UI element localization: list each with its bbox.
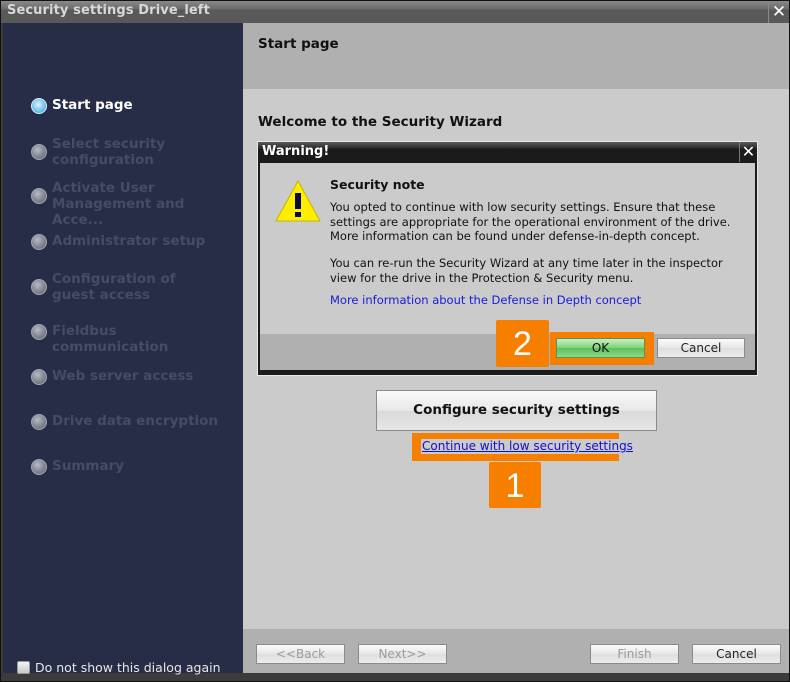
security-note-rerun-text: You can re-run the Security Wizard at an… bbox=[330, 256, 723, 285]
step-status-icon bbox=[31, 144, 47, 160]
continue-low-security-link[interactable]: Continue with low security settings bbox=[421, 439, 634, 454]
dialog-title: Warning! bbox=[262, 144, 330, 159]
checkbox-box[interactable] bbox=[17, 661, 30, 674]
step-label: Select security configuration bbox=[52, 136, 166, 168]
step-select-security-configuration[interactable]: Select security configuration bbox=[31, 136, 222, 168]
step-status-icon bbox=[31, 459, 47, 475]
step-label: Start page bbox=[52, 97, 133, 113]
dialog-ok-button[interactable]: OK bbox=[556, 338, 645, 358]
defense-in-depth-link[interactable]: More information about the Defense in De… bbox=[330, 293, 641, 307]
step-status-icon bbox=[31, 279, 47, 295]
page-title: Start page bbox=[258, 36, 339, 52]
page-header: Start page bbox=[243, 23, 789, 89]
step-badge-1: 1 bbox=[489, 462, 541, 508]
step-label: Drive data encryption bbox=[52, 413, 219, 429]
step-status-icon bbox=[31, 188, 47, 204]
next-button[interactable]: Next>> bbox=[358, 644, 447, 664]
step-label: Web server access bbox=[52, 368, 194, 384]
step-label: Summary bbox=[52, 458, 125, 474]
step-label: Fieldbus communication bbox=[52, 323, 169, 355]
step-activate-user-management[interactable]: Activate User Management and Acce... bbox=[31, 180, 222, 228]
step-label: Administrator setup bbox=[52, 233, 206, 249]
step-fieldbus-communication[interactable]: Fieldbus communication bbox=[31, 323, 222, 355]
step-start-page[interactable]: Start page bbox=[31, 97, 222, 114]
step-status-icon bbox=[31, 414, 47, 430]
step-status-icon bbox=[31, 324, 47, 340]
wizard-footer: <<Back Next>> Finish Cancel bbox=[243, 629, 789, 673]
configure-security-settings-button[interactable]: Configure security settings bbox=[376, 390, 657, 431]
dialog-close-button[interactable]: ✕ bbox=[739, 142, 757, 162]
dont-show-again-checkbox[interactable]: Do not show this dialog again bbox=[17, 660, 221, 675]
step-administrator-setup[interactable]: Administrator setup bbox=[31, 233, 222, 250]
close-icon: ✕ bbox=[741, 142, 756, 161]
window-title: Security settings Drive_left bbox=[7, 3, 210, 18]
step-web-server-access[interactable]: Web server access bbox=[31, 368, 222, 385]
cancel-button[interactable]: Cancel bbox=[692, 644, 781, 664]
dialog-cancel-button[interactable]: Cancel bbox=[657, 338, 745, 358]
step-drive-data-encryption[interactable]: Drive data encryption bbox=[31, 413, 222, 430]
step-label: Activate User Management and Acce... bbox=[52, 180, 185, 228]
close-icon: ✕ bbox=[771, 2, 787, 22]
warning-triangle-icon bbox=[275, 179, 321, 222]
step-status-icon bbox=[31, 369, 47, 385]
step-configuration-guest-access[interactable]: Configuration of guest access bbox=[31, 271, 222, 303]
wizard-main-area: Start page Welcome to the Security Wizar… bbox=[243, 23, 789, 673]
back-button[interactable]: <<Back bbox=[256, 644, 345, 664]
dialog-body: Security note You opted to continue with… bbox=[260, 163, 755, 334]
step-status-icon bbox=[31, 234, 47, 250]
finish-button[interactable]: Finish bbox=[590, 644, 679, 664]
step-status-icon bbox=[31, 98, 47, 114]
security-settings-window: Security settings Drive_left ✕ Start pag… bbox=[0, 0, 790, 682]
step-summary[interactable]: Summary bbox=[31, 458, 222, 475]
step-label: Configuration of guest access bbox=[52, 271, 176, 303]
step-badge-2: 2 bbox=[496, 320, 549, 367]
window-close-button[interactable]: ✕ bbox=[768, 1, 789, 23]
dialog-title-bar: Warning! ✕ bbox=[258, 142, 757, 162]
title-bar: Security settings Drive_left ✕ bbox=[1, 1, 789, 23]
wizard-steps-sidebar: Start page Select security configuration… bbox=[3, 23, 243, 675]
security-note-text: You opted to continue with low security … bbox=[330, 200, 731, 243]
dont-show-again-label: Do not show this dialog again bbox=[35, 660, 221, 675]
welcome-heading: Welcome to the Security Wizard bbox=[258, 114, 503, 130]
security-note-title: Security note bbox=[330, 177, 425, 192]
warning-dialog: Warning! ✕ Security note You opted to co… bbox=[257, 141, 758, 376]
